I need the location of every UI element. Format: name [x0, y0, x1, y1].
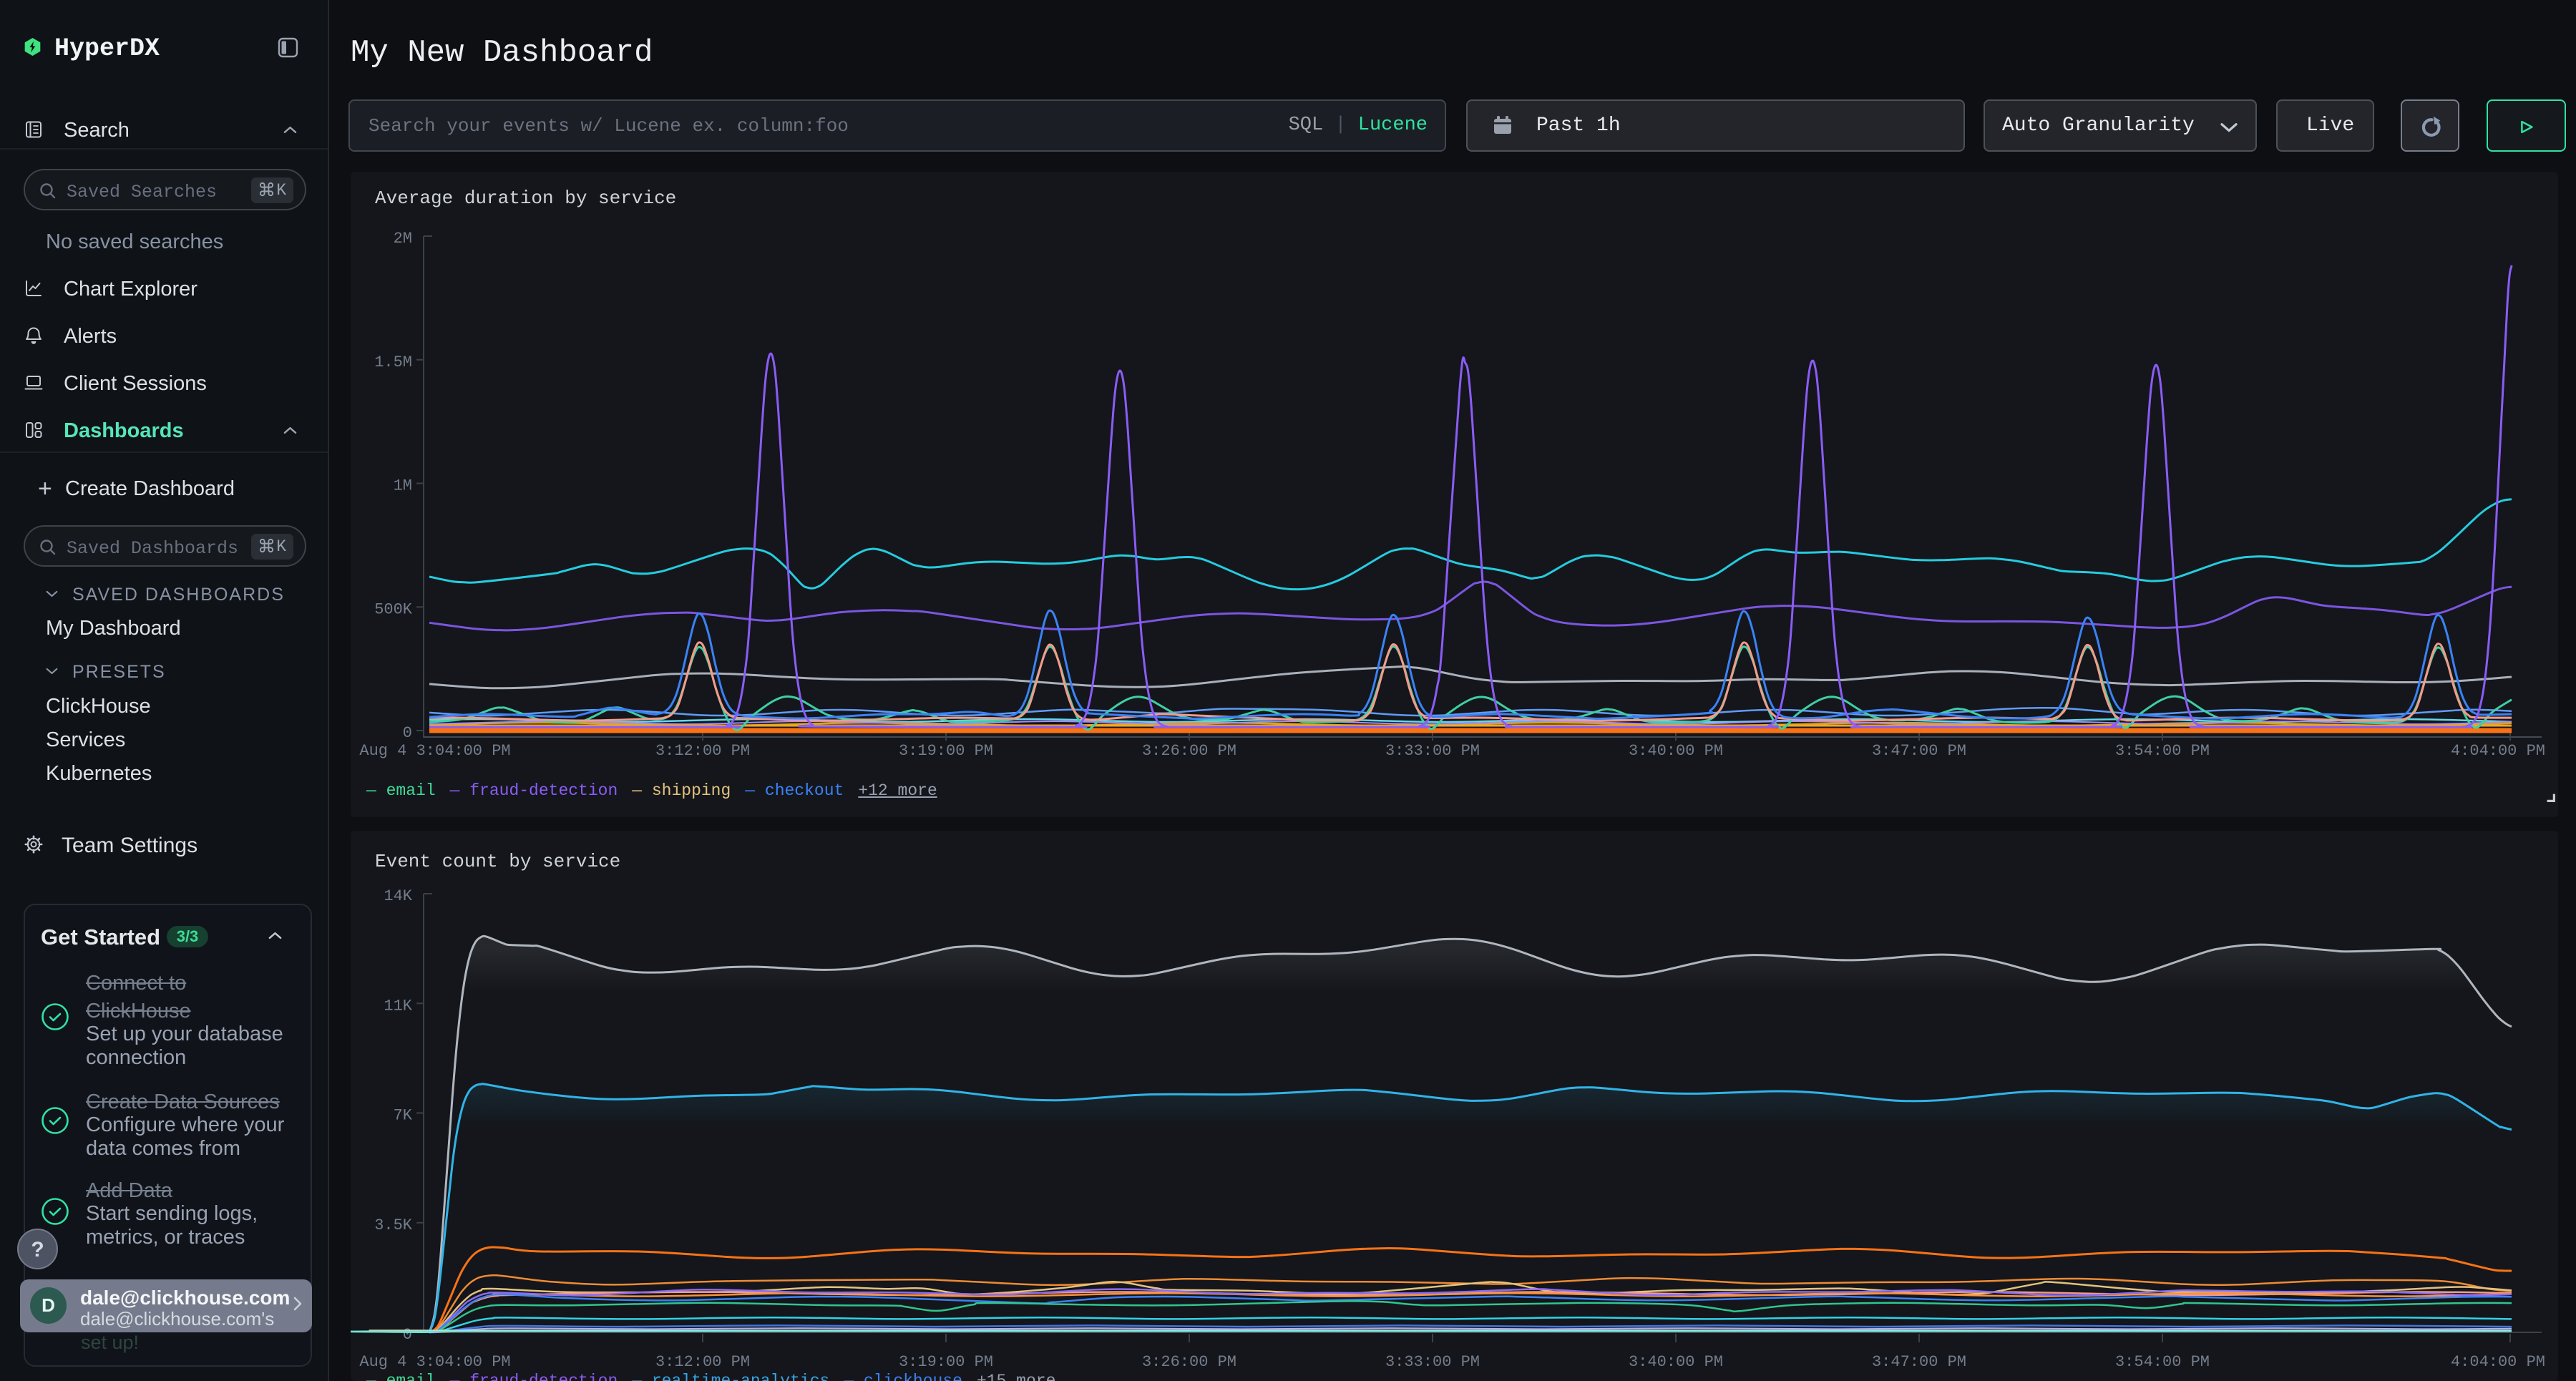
svg-text:500K: 500K — [374, 600, 413, 618]
svg-text:3:47:00 PM: 3:47:00 PM — [1872, 742, 1966, 760]
svg-text:3:33:00 PM: 3:33:00 PM — [1385, 742, 1480, 760]
svg-text:3:54:00 PM: 3:54:00 PM — [2115, 742, 2210, 760]
svg-text:3:19:00 PM: 3:19:00 PM — [899, 742, 993, 760]
svg-text:4:04:00 PM: 4:04:00 PM — [2451, 1353, 2545, 1371]
svg-text:3:40:00 PM: 3:40:00 PM — [1629, 1353, 1723, 1371]
svg-text:3:26:00 PM: 3:26:00 PM — [1142, 742, 1236, 760]
svg-text:3:12:00 PM: 3:12:00 PM — [655, 1353, 750, 1371]
svg-text:3:40:00 PM: 3:40:00 PM — [1629, 742, 1723, 760]
svg-text:3:33:00 PM: 3:33:00 PM — [1385, 1353, 1480, 1371]
svg-text:1M: 1M — [394, 477, 412, 495]
svg-text:Aug 4 3:04:00 PM: Aug 4 3:04:00 PM — [359, 1353, 510, 1371]
svg-text:3:19:00 PM: 3:19:00 PM — [899, 1353, 993, 1371]
svg-text:3:12:00 PM: 3:12:00 PM — [655, 742, 750, 760]
svg-text:3:47:00 PM: 3:47:00 PM — [1872, 1353, 1966, 1371]
svg-text:3:54:00 PM: 3:54:00 PM — [2115, 1353, 2210, 1371]
svg-text:3:26:00 PM: 3:26:00 PM — [1142, 1353, 1236, 1371]
svg-text:4:04:00 PM: 4:04:00 PM — [2451, 742, 2545, 760]
svg-text:Aug 4 3:04:00 PM: Aug 4 3:04:00 PM — [359, 742, 510, 760]
svg-text:3.5K: 3.5K — [374, 1216, 413, 1234]
svg-text:7K: 7K — [394, 1107, 413, 1125]
svg-text:11K: 11K — [384, 997, 412, 1015]
svg-text:2M: 2M — [394, 230, 412, 248]
svg-text:1.5M: 1.5M — [374, 353, 412, 371]
svg-text:0: 0 — [403, 1326, 412, 1344]
svg-text:0: 0 — [403, 724, 412, 742]
svg-text:14K: 14K — [384, 887, 412, 905]
